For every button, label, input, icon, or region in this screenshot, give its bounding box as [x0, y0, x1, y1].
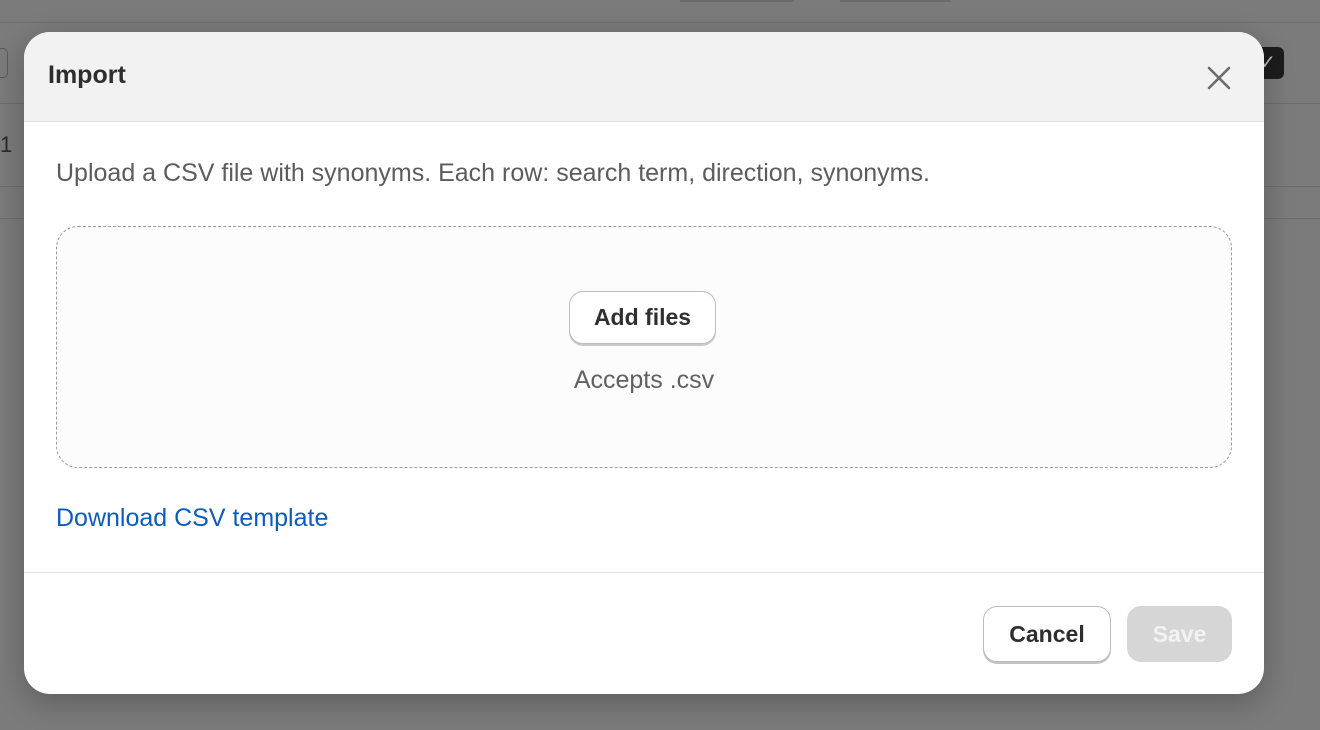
accepted-formats-text: Accepts .csv — [573, 366, 715, 394]
background-tab — [840, 0, 950, 2]
save-button[interactable]: Save — [1127, 606, 1232, 662]
close-icon — [1207, 66, 1231, 90]
import-modal: Import Upload a CSV file with synonyms. … — [24, 32, 1264, 694]
file-dropzone[interactable]: Add files Accepts .csv — [56, 226, 1232, 468]
modal-header: Import — [24, 32, 1264, 122]
background-checkbox — [0, 48, 8, 78]
modal-description: Upload a CSV file with synonyms. Each ro… — [56, 159, 930, 187]
background-topbar — [0, 0, 1320, 23]
download-csv-template-link[interactable]: Download CSV template — [56, 504, 328, 533]
background-row-number: 1 — [0, 132, 13, 157]
background-tab — [680, 0, 794, 2]
add-files-button[interactable]: Add files — [569, 291, 716, 344]
cancel-button[interactable]: Cancel — [983, 606, 1111, 662]
footer-divider — [24, 572, 1264, 573]
modal-title: Import — [48, 61, 126, 89]
close-button[interactable] — [1201, 60, 1237, 96]
